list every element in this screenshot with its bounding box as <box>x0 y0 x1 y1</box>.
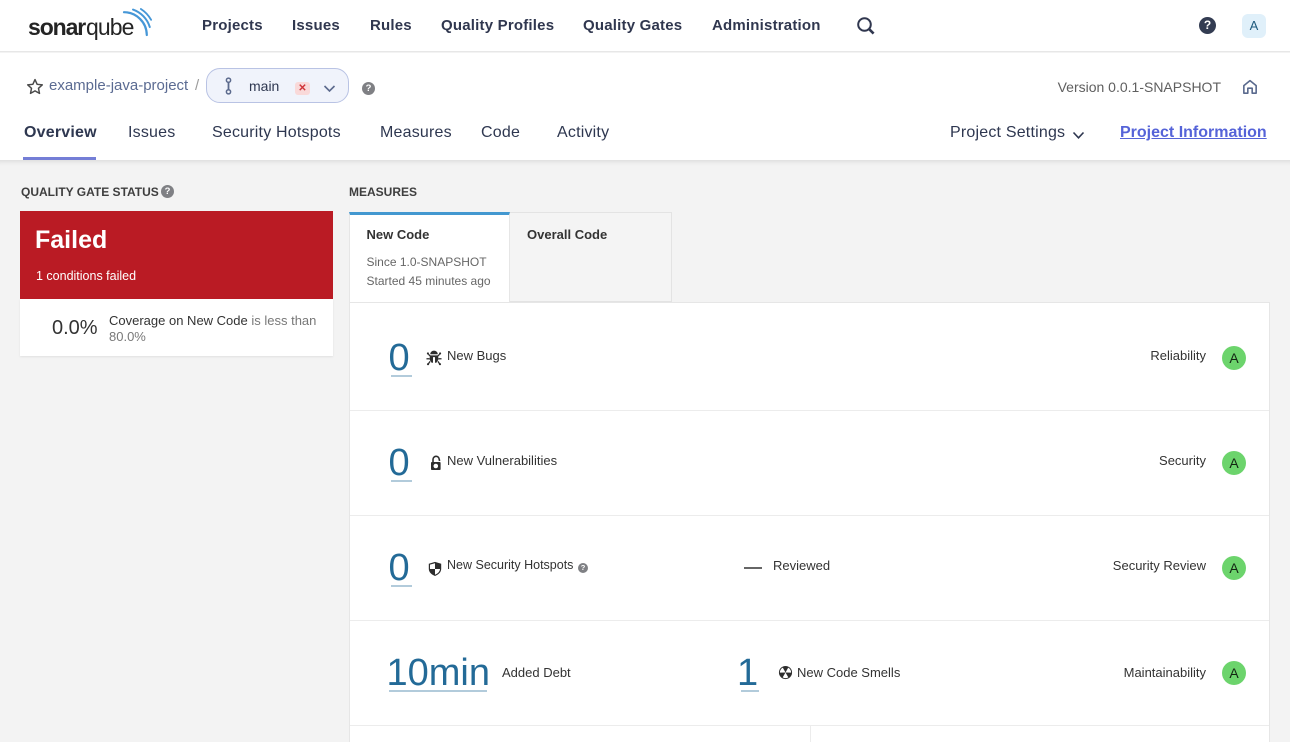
svg-text:qube: qube <box>86 14 134 40</box>
svg-text:sonar: sonar <box>28 14 86 40</box>
